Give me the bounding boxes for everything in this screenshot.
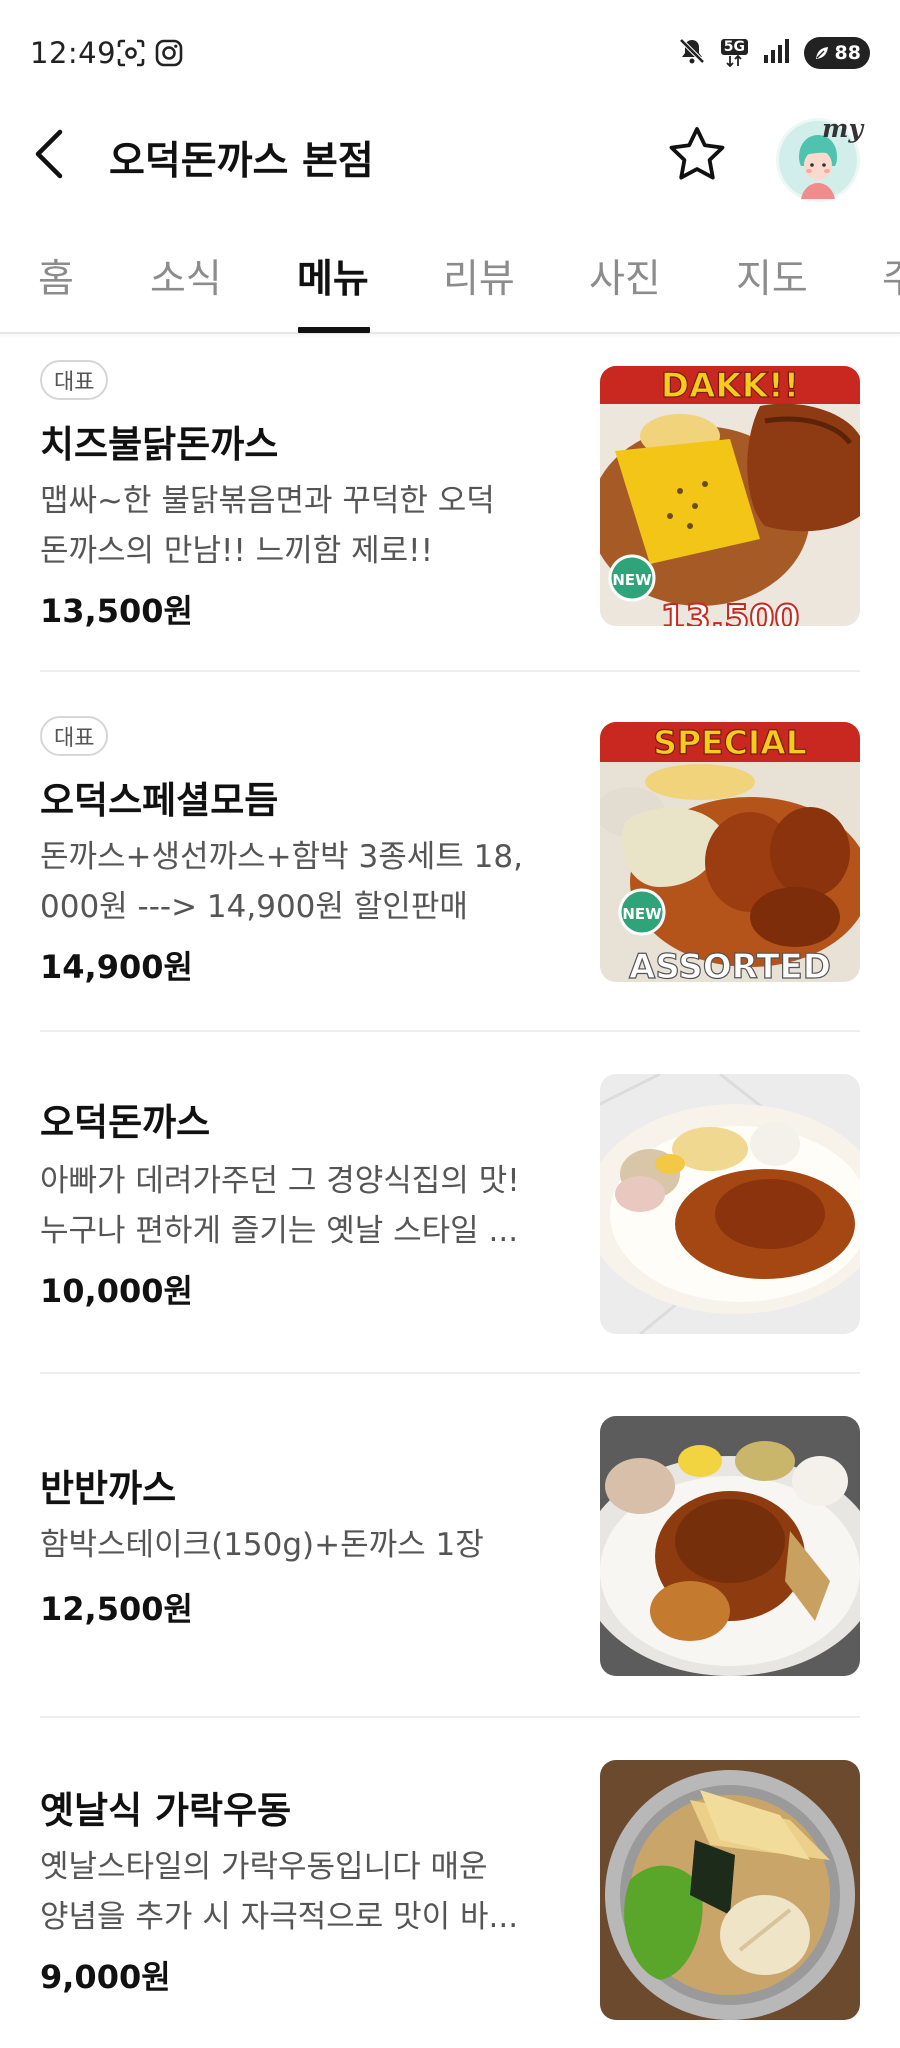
menu-item-name: 옛날식 가락우동 — [40, 1789, 292, 1832]
menu-item-image — [600, 1760, 860, 2020]
menu-item[interactable]: 대표 치즈불닭돈까스 맵싸~한 불닭볶음면과 꾸덕한 오덕 돈까스의 만남!! … — [0, 336, 900, 672]
menu-item-name: 오덕돈까스 — [40, 1101, 211, 1144]
tab-photos[interactable]: 사진 — [589, 248, 661, 304]
menu-item-description: 맵싸~한 불닭볶음면과 꾸덕한 오덕 돈까스의 만남!! 느끼함 제로!! — [40, 483, 495, 569]
image-text-bottom: 13,500 — [661, 598, 800, 626]
screenshot-icon — [114, 38, 148, 68]
menu-item[interactable]: 옛날식 가락우동 옛날스타일의 가락우동입니다 매운 양념을 추가 시 자극적으… — [0, 1718, 900, 2048]
menu-item-description: 돈까스+생선까스+함박 3종세트 18, 000원 ---> 14,900원 할… — [40, 839, 523, 925]
active-tab-indicator — [298, 327, 370, 333]
menu-item-image — [600, 1416, 860, 1676]
tab-home[interactable]: 홈 — [38, 248, 74, 304]
image-text-top: SPECIAL — [653, 723, 807, 762]
tab-map[interactable]: 지도 — [736, 248, 808, 304]
menu-item-description: 아빠가 데려가주던 그 경양식집의 맛! 누구나 편하게 즐기는 옛날 스타일 … — [40, 1163, 520, 1249]
chevron-left-icon — [35, 129, 63, 179]
image-text-top: DAKK!! — [661, 366, 799, 406]
tab-reviews[interactable]: 리뷰 — [443, 248, 515, 304]
divider — [40, 670, 860, 672]
menu-item-price: 10,000원 — [40, 1272, 193, 1310]
page-title: 오덕돈까스 본점 — [109, 139, 374, 184]
menu-item-price: 9,000원 — [40, 1958, 171, 1996]
menu-item-description: 함박스테이크(150g)+돈까스 1장 — [40, 1527, 484, 1563]
menu-item-image — [600, 1074, 860, 1334]
menu-item-price: 13,500원 — [40, 592, 193, 630]
tab-menu[interactable]: 메뉴 — [297, 248, 369, 304]
signature-badge: 대표 — [40, 716, 109, 756]
instagram-icon — [154, 38, 184, 68]
app-header: 오덕돈까스 본점 my — [0, 108, 900, 202]
image-text-bottom: ASSORTED — [629, 947, 831, 982]
menu-item[interactable]: 대표 오덕스페셜모듬 돈까스+생선까스+함박 3종세트 18, 000원 ---… — [0, 692, 900, 1032]
signature-badge: 대표 — [40, 360, 109, 400]
menu-item-description: 옛날스타일의 가락우동입니다 매운 양념을 추가 시 자극적으로 맛이 바... — [40, 1849, 519, 1935]
avatar-my-label: my — [822, 114, 863, 143]
image-new-badge: NEW — [622, 905, 662, 923]
menu-item-name: 오덕스페셜모듬 — [40, 779, 279, 822]
star-icon — [669, 127, 725, 180]
battery-icon: 88 — [804, 37, 870, 69]
status-time: 12:49 — [30, 36, 117, 70]
signal-icon — [762, 37, 790, 69]
menu-item[interactable]: 반반까스 함박스테이크(150g)+돈까스 1장 12,500원 — [0, 1374, 900, 1718]
tab-more[interactable]: 주 — [882, 248, 900, 304]
5g-icon: 5G — [720, 39, 748, 67]
image-new-badge: NEW — [612, 571, 652, 589]
menu-item-price: 14,900원 — [40, 948, 193, 986]
menu-item-name: 반반까스 — [40, 1467, 177, 1510]
status-bar: 12:49 5G 88 — [0, 0, 900, 108]
menu-item[interactable]: 오덕돈까스 아빠가 데려가주던 그 경양식집의 맛! 누구나 편하게 즐기는 옛… — [0, 1032, 900, 1374]
tab-news[interactable]: 소식 — [150, 248, 222, 304]
menu-item-name: 치즈불닭돈까스 — [40, 423, 279, 466]
menu-item-image: DAKK!! NEW 13,500 — [600, 366, 860, 626]
menu-item-price: 12,500원 — [40, 1590, 193, 1628]
menu-item-image: SPECIAL NEW ASSORTED — [600, 722, 860, 982]
mute-icon — [677, 36, 707, 70]
tab-bar: 홈 소식 메뉴 리뷰 사진 지도 주 — [0, 236, 900, 334]
back-button[interactable] — [30, 126, 86, 182]
favorite-button[interactable] — [664, 122, 730, 188]
battery-level: 88 — [834, 42, 861, 64]
